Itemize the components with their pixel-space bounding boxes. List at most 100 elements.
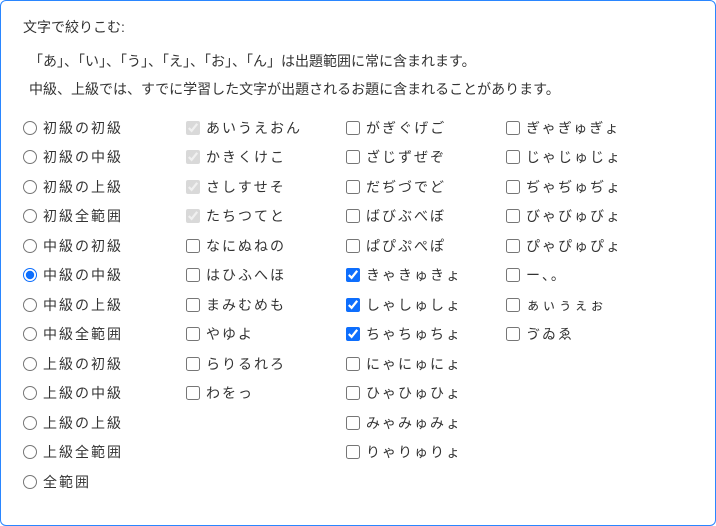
char-option[interactable]: ひゃひゅひょ [346,379,506,409]
level-option[interactable]: 初級の上級 [23,172,186,202]
char-option[interactable]: なにぬねの [186,231,346,261]
filter-panel: 文字で絞りこむ: 「あ」、「い」、「う」、「え」、「お」、「ん」は出題範囲に常に… [0,0,716,526]
level-label: 中級の初級 [43,236,123,256]
level-option[interactable]: 中級の上級 [23,290,186,320]
char-checkbox[interactable] [346,268,360,282]
level-radio[interactable] [23,180,37,194]
char-label: かきくけこ [206,147,286,167]
char-option[interactable]: わをっ [186,379,346,409]
level-label: 初級の初級 [43,118,123,138]
char-checkbox [186,209,200,223]
level-option[interactable]: 初級全範囲 [23,202,186,232]
char-checkbox[interactable] [346,416,360,430]
level-radio[interactable] [23,239,37,253]
level-radio[interactable] [23,357,37,371]
char-checkbox[interactable] [346,239,360,253]
char-checkbox[interactable] [186,327,200,341]
char-option[interactable]: ゔゐゑ [506,320,666,350]
level-option[interactable]: 上級の上級 [23,408,186,438]
char-option[interactable]: びゃびゅびょ [506,202,666,232]
level-radio[interactable] [23,209,37,223]
level-radio[interactable] [23,416,37,430]
char-option[interactable]: ざじずぜぞ [346,143,506,173]
char-checkbox[interactable] [346,150,360,164]
level-option[interactable]: 初級の初級 [23,113,186,143]
char-label: りゃりゅりょ [366,442,462,462]
char-checkbox[interactable] [506,121,520,135]
char-option[interactable]: だぢづでど [346,172,506,202]
level-radio[interactable] [23,475,37,489]
char-checkbox[interactable] [346,298,360,312]
char-option[interactable]: みゃみゅみょ [346,408,506,438]
char-checkbox[interactable] [346,445,360,459]
level-radio[interactable] [23,327,37,341]
char-option[interactable]: ぁぃぅぇぉ [506,290,666,320]
section-note: 「あ」、「い」、「う」、「え」、「お」、「ん」は出題範囲に常に含まれます。 中級… [23,47,693,103]
char-checkbox[interactable] [506,209,520,223]
char-option[interactable]: じゃじゅじょ [506,143,666,173]
level-radio[interactable] [23,150,37,164]
char-option[interactable]: ぱぴぷぺぽ [346,231,506,261]
char-label: しゃしゅしょ [366,295,462,315]
char-checkbox[interactable] [506,298,520,312]
char-option[interactable]: ばびぶべぼ [346,202,506,232]
char-option[interactable]: がぎぐげご [346,113,506,143]
level-option[interactable]: 上級の中級 [23,379,186,409]
char-label: きゃきゅきょ [366,265,462,285]
char-checkbox[interactable] [346,327,360,341]
level-option[interactable]: 上級全範囲 [23,438,186,468]
section-title: 文字で絞りこむ: [23,17,693,37]
char-option[interactable]: りゃりゅりょ [346,438,506,468]
char-option[interactable]: にゃにゅにょ [346,349,506,379]
char-checkbox[interactable] [346,357,360,371]
char-label: ぴゃぴゅぴょ [526,236,622,256]
char-option[interactable]: まみむめも [186,290,346,320]
char-label: わをっ [206,383,254,403]
level-label: 初級全範囲 [43,206,123,226]
char-checkbox[interactable] [186,386,200,400]
char-checkbox[interactable] [346,180,360,194]
char-option[interactable]: ぢゃぢゅぢょ [506,172,666,202]
level-radio[interactable] [23,445,37,459]
level-radio-column: 初級の初級初級の中級初級の上級初級全範囲中級の初級中級の中級中級の上級中級全範囲… [23,113,186,497]
level-option[interactable]: 上級の初級 [23,349,186,379]
char-option[interactable]: ちゃちゅちょ [346,320,506,350]
char-option[interactable]: ぎゃぎゅぎょ [506,113,666,143]
char-checkbox[interactable] [346,386,360,400]
level-label: 初級の中級 [43,147,123,167]
char-checkbox [186,180,200,194]
char-option[interactable]: らりるれろ [186,349,346,379]
options-columns: 初級の初級初級の中級初級の上級初級全範囲中級の初級中級の中級中級の上級中級全範囲… [23,113,693,497]
char-label: なにぬねの [206,236,286,256]
char-label: がぎぐげご [366,118,446,138]
level-label: 全範囲 [43,472,91,492]
char-option[interactable]: はひふへほ [186,261,346,291]
char-option[interactable]: ぴゃぴゅぴょ [506,231,666,261]
char-checkbox-column-2: がぎぐげござじずぜぞだぢづでどばびぶべぼぱぴぷぺぽきゃきゅきょしゃしゅしょちゃち… [346,113,506,497]
char-option[interactable]: やゆよ [186,320,346,350]
level-radio[interactable] [23,386,37,400]
char-checkbox[interactable] [186,357,200,371]
level-option[interactable]: 中級全範囲 [23,320,186,350]
char-checkbox[interactable] [506,180,520,194]
char-checkbox[interactable] [506,327,520,341]
level-radio[interactable] [23,268,37,282]
level-option[interactable]: 全範囲 [23,467,186,497]
char-checkbox[interactable] [186,268,200,282]
char-checkbox[interactable] [346,121,360,135]
char-checkbox[interactable] [506,239,520,253]
char-checkbox[interactable] [506,150,520,164]
char-checkbox[interactable] [506,268,520,282]
char-checkbox[interactable] [186,239,200,253]
char-checkbox[interactable] [346,209,360,223]
char-option[interactable]: しゃしゅしょ [346,290,506,320]
char-label: ぱぴぷぺぽ [366,236,446,256]
level-option[interactable]: 初級の中級 [23,143,186,173]
level-radio[interactable] [23,298,37,312]
char-option[interactable]: きゃきゅきょ [346,261,506,291]
char-option[interactable]: ー、。 [506,261,666,291]
level-option[interactable]: 中級の初級 [23,231,186,261]
level-radio[interactable] [23,121,37,135]
level-option[interactable]: 中級の中級 [23,261,186,291]
char-checkbox[interactable] [186,298,200,312]
